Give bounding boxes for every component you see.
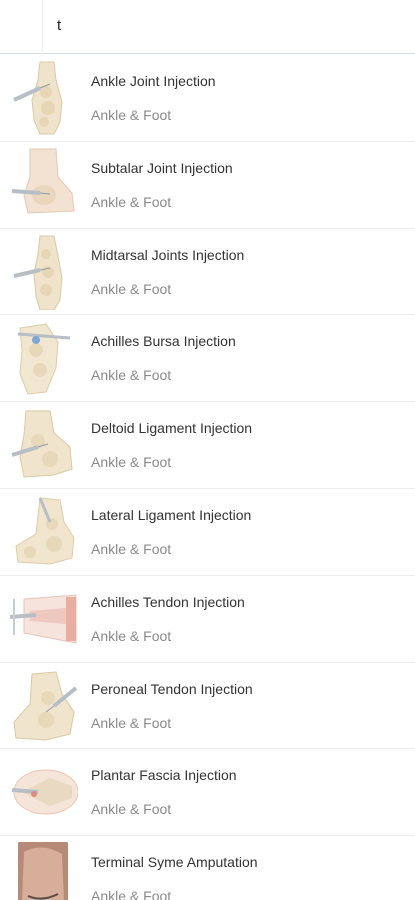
item-title: Lateral Ligament Injection bbox=[91, 506, 252, 523]
item-category: Ankle & Foot bbox=[91, 888, 172, 900]
item-title: Achilles Tendon Injection bbox=[91, 593, 245, 610]
list-item[interactable]: Subtalar Joint Injection Ankle & Foot bbox=[0, 141, 415, 229]
search-bar[interactable]: t bbox=[0, 0, 415, 54]
item-title: Achilles Bursa Injection bbox=[91, 333, 236, 350]
list-item[interactable]: Plantar Fascia Injection Ankle & Foot bbox=[0, 749, 415, 837]
ankle-foot-illustration-icon bbox=[15, 497, 75, 565]
item-title: Ankle Joint Injection bbox=[91, 73, 216, 89]
ankle-foot-illustration-icon bbox=[11, 769, 78, 815]
item-category: Ankle & Foot bbox=[91, 714, 172, 731]
list-item[interactable]: Ankle Joint Injection Ankle & Foot bbox=[0, 55, 415, 142]
item-title: Plantar Fascia Injection bbox=[91, 767, 237, 784]
item-category: Ankle & Foot bbox=[91, 280, 172, 297]
ankle-foot-illustration-icon bbox=[13, 61, 63, 135]
procedure-list: Ankle Joint Injection Ankle & Foot Subta… bbox=[0, 55, 415, 900]
item-category: Ankle & Foot bbox=[91, 801, 172, 818]
item-category: Ankle & Foot bbox=[91, 107, 172, 123]
ankle-foot-illustration-icon bbox=[11, 410, 73, 478]
item-category: Ankle & Foot bbox=[91, 627, 172, 644]
list-item[interactable]: Achilles Tendon Injection Ankle & Foot bbox=[0, 575, 415, 663]
item-category: Ankle & Foot bbox=[91, 454, 172, 471]
ankle-foot-illustration-icon bbox=[17, 323, 71, 395]
item-category: Ankle & Foot bbox=[91, 540, 172, 557]
item-title: Midtarsal Joints Injection bbox=[91, 246, 245, 263]
item-category: Ankle & Foot bbox=[91, 367, 172, 384]
search-input[interactable]: t bbox=[57, 17, 61, 34]
list-item[interactable]: Achilles Bursa Injection Ankle & Foot bbox=[0, 315, 415, 403]
list-item[interactable]: Deltoid Ligament Injection Ankle & Foot bbox=[0, 402, 415, 489]
ankle-foot-illustration-icon bbox=[11, 148, 75, 214]
item-title: Deltoid Ligament Injection bbox=[91, 420, 253, 437]
ankle-foot-illustration-icon bbox=[13, 671, 78, 741]
list-item[interactable]: Lateral Ligament Injection Ankle & Foot bbox=[0, 488, 415, 576]
item-category: Ankle & Foot bbox=[91, 193, 172, 210]
foot-photo-thumbnail bbox=[18, 842, 68, 900]
search-divider bbox=[42, 0, 43, 54]
ankle-foot-illustration-icon bbox=[13, 235, 63, 310]
item-title: Terminal Syme Amputation bbox=[91, 854, 258, 871]
ankle-foot-illustration-icon bbox=[10, 594, 77, 644]
list-item[interactable]: Peroneal Tendon Injection Ankle & Foot bbox=[0, 662, 415, 750]
item-title: Peroneal Tendon Injection bbox=[91, 680, 253, 697]
item-title: Subtalar Joint Injection bbox=[91, 159, 233, 176]
list-item[interactable]: Terminal Syme Amputation Ankle & Foot bbox=[0, 836, 415, 900]
list-item[interactable]: Midtarsal Joints Injection Ankle & Foot bbox=[0, 228, 415, 316]
